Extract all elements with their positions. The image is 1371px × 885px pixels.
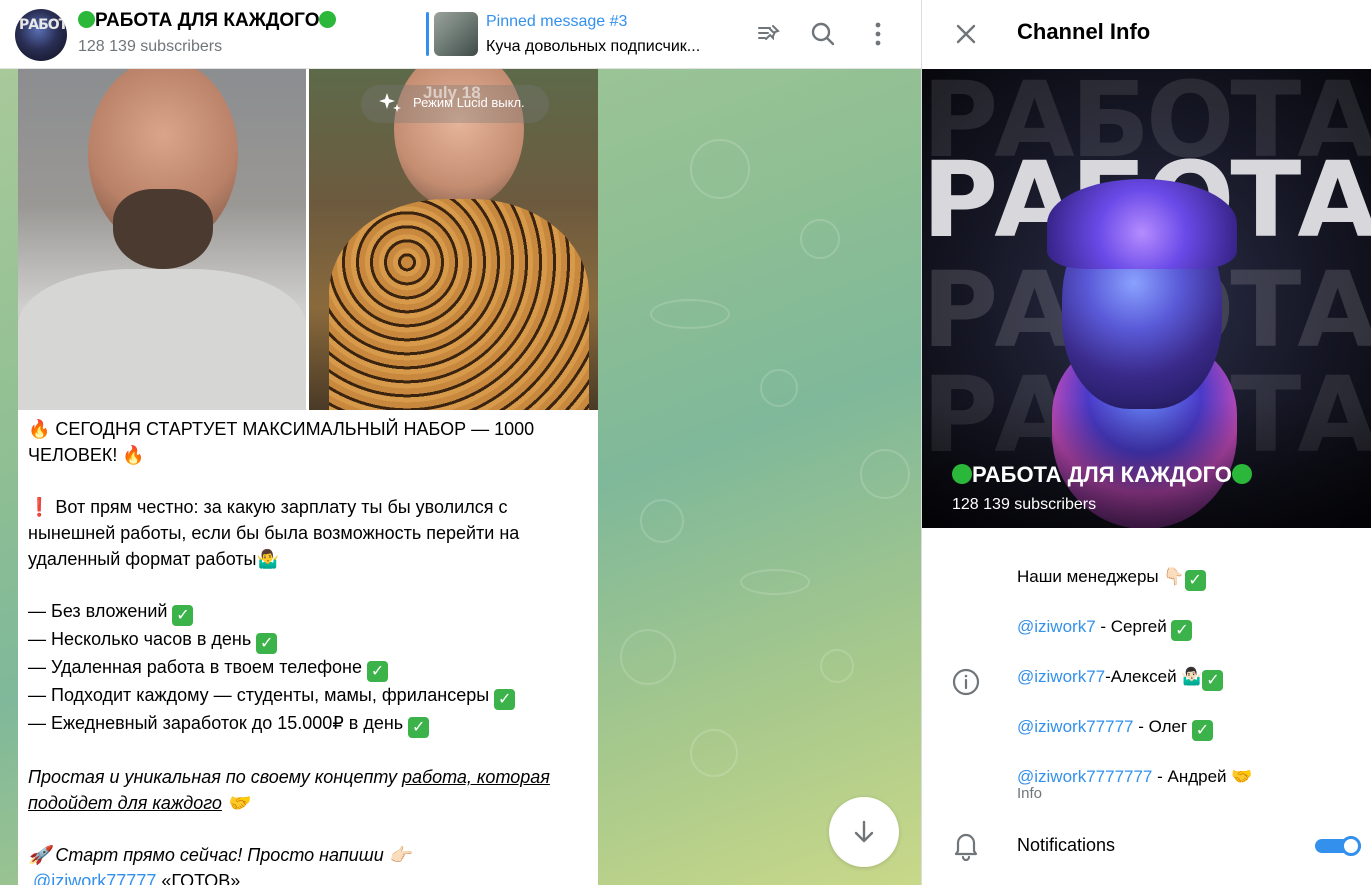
media-photo-1[interactable] [18, 69, 306, 410]
manager-row: @iziwork7777777 - Андрей 🤝 [1017, 767, 1253, 786]
info-title: Channel Info [1017, 19, 1151, 44]
chat-header: РАБОТА РАБОТА ДЛЯ КАЖДОГО 128 139 subscr… [0, 0, 921, 69]
pinned-text: Куча довольных подписчик... [486, 38, 701, 55]
close-icon [956, 24, 976, 44]
green-circle-icon [1231, 464, 1252, 484]
channel-description: Наши менеджеры 👇🏻 ✓ @iziwork7 - Сергей ✓ … [1017, 552, 1357, 802]
search-icon [811, 22, 835, 46]
pinned-thumbnail [434, 12, 478, 56]
cover-subscribers: 128 139 subscribers [952, 496, 1097, 513]
check-icon: ✓ [1202, 670, 1224, 691]
toggle-knob [1341, 836, 1361, 856]
info-icon [952, 668, 980, 696]
message-italic-line: Простая и уникальная по своему концепту … [28, 767, 550, 813]
check-icon: ✓ [1171, 620, 1193, 641]
message-bullet: — Подходит каждому — студенты, мамы, фри… [28, 682, 593, 710]
channel-subscribers: 128 139 subscribers [78, 38, 223, 55]
description-heading: Наши менеджеры 👇🏻 ✓ [1017, 552, 1357, 602]
cover-channel-name: РАБОТА ДЛЯ КАЖДОГО [952, 462, 1252, 488]
channel-title-text: РАБОТА ДЛЯ КАЖДОГО [95, 10, 320, 31]
message-line-1: 🔥 СЕГОДНЯ СТАРТУЕТ МАКСИМАЛЬНЫЙ НАБОР — … [28, 419, 535, 465]
lucid-mode-label: Режим Lucid выкл. [413, 95, 525, 110]
manager-link[interactable]: @iziwork7777777 [1017, 767, 1152, 786]
check-icon: ✓ [1184, 570, 1206, 591]
manager-link[interactable]: @iziwork77 [1017, 667, 1105, 686]
notifications-toggle[interactable] [1315, 836, 1361, 856]
green-circle-icon [78, 11, 95, 28]
manager-row: @iziwork7 - Сергей ✓ [1017, 602, 1357, 652]
statue-hair [1047, 179, 1237, 269]
message-bubble[interactable]: July 18 Режим Lucid выкл. 🔥 СЕГОДНЯ СТАР… [18, 69, 598, 885]
message-cta-line: @iziwork77777 «ГОТОВ» [28, 868, 593, 885]
unpin-icon [758, 25, 780, 41]
channel-avatar[interactable]: РАБОТА [15, 9, 67, 61]
cover-channel-name-text: РАБОТА ДЛЯ КАЖДОГО [972, 462, 1232, 487]
channel-info-pane: Channel Info РАБОТА РАБОТА РАБОТА РАБОТА… [921, 0, 1371, 885]
check-icon: ✓ [408, 717, 430, 738]
avatar-text: РАБОТА [19, 17, 67, 33]
channel-cover[interactable]: РАБОТА РАБОТА РАБОТА РАБОТА РАБОТА ДЛЯ К… [922, 69, 1371, 528]
message-bullet: — Ежедневный заработок до 15.000₽ в день… [28, 710, 593, 738]
photo-beard [113, 189, 213, 269]
chat-pane: РАБОТА РАБОТА ДЛЯ КАЖДОГО 128 139 subscr… [0, 0, 921, 885]
unpin-button[interactable] [748, 14, 788, 54]
message-cta: 🚀 Старт прямо сейчас! Просто напиши 👉🏻 [28, 845, 412, 865]
message-bullet: — Удаленная работа в твоем телефоне ✓ [28, 654, 593, 682]
bell-icon [954, 833, 978, 861]
check-icon: ✓ [172, 605, 194, 626]
check-icon: ✓ [256, 633, 278, 654]
check-icon: ✓ [494, 689, 516, 710]
manager-link[interactable]: @iziwork7 [1017, 617, 1096, 636]
channel-title[interactable]: РАБОТА ДЛЯ КАЖДОГО [78, 10, 337, 32]
close-button[interactable] [946, 14, 986, 54]
message-text: 🔥 СЕГОДНЯ СТАРТУЕТ МАКСИМАЛЬНЫЙ НАБОР — … [28, 416, 593, 885]
arrow-down-icon [854, 820, 874, 843]
manager-link[interactable]: @iziwork77777 [1017, 717, 1133, 736]
search-button[interactable] [803, 14, 843, 54]
description-label: Info [1017, 785, 1043, 802]
message-line-2: ❗ Вот прям честно: за какую зарплату ты … [28, 497, 520, 569]
message-bullet: — Несколько часов в день ✓ [28, 626, 593, 654]
manager-row: @iziwork77-Алексей 🤷🏻‍♂️ ✓ [1017, 652, 1357, 702]
photo-leopard-dress [329, 199, 589, 410]
check-icon: ✓ [1191, 720, 1213, 741]
pinned-label: Pinned message #3 [486, 13, 628, 30]
message-bullet: — Без вложений ✓ [28, 598, 593, 626]
sparkle-icon [379, 93, 401, 112]
green-circle-icon [952, 464, 972, 484]
manager-row: @iziwork77777 - Олег ✓ [1017, 702, 1357, 752]
cta-username-link[interactable]: @iziwork77777 [33, 871, 156, 885]
pinned-indicator-bar [426, 12, 429, 56]
scroll-down-button[interactable] [829, 797, 899, 867]
photo-shirt [18, 269, 306, 410]
check-icon: ✓ [367, 661, 389, 682]
more-button[interactable] [858, 14, 898, 54]
green-circle-icon [319, 11, 337, 28]
more-vertical-icon [875, 22, 881, 46]
notifications-label: Notifications [1017, 835, 1116, 855]
